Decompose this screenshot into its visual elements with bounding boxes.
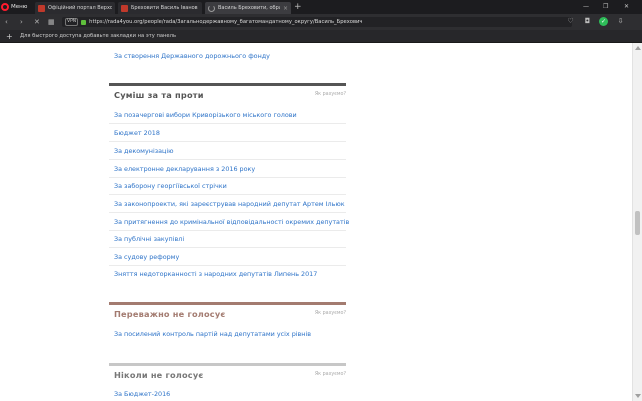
tab-favicon-icon bbox=[38, 4, 45, 12]
policy-row[interactable]: За судову реформу bbox=[109, 248, 346, 266]
how-we-count-link[interactable]: Як рахуємо? bbox=[315, 311, 346, 316]
web-page: За створення Державного дорожнього фонду… bbox=[0, 43, 632, 401]
policy-link[interactable]: За електронне декларування з 2016 року bbox=[114, 165, 255, 173]
policy-row[interactable]: За законопроекти, які зареєстрував народ… bbox=[109, 195, 346, 213]
section-title: Суміш за та проти bbox=[114, 89, 204, 100]
section-mixed-header: Суміш за та проти Як рахуємо? bbox=[109, 83, 346, 103]
policy-link[interactable]: За притягнення до кримінальної відповіда… bbox=[114, 218, 349, 226]
policy-link[interactable]: За позачергові вибори Криворізького місь… bbox=[114, 111, 297, 119]
policy-row[interactable]: Бюджет 2018 bbox=[109, 124, 346, 142]
bookmarks-bar: + Для быстрого доступа добавьте закладки… bbox=[0, 30, 642, 43]
scroll-down-icon[interactable] bbox=[635, 394, 641, 398]
policy-link[interactable]: За заборону георгіївської стрічки bbox=[114, 182, 227, 190]
forward-icon[interactable]: › bbox=[20, 17, 23, 27]
policy-row[interactable]: За заборону георгіївської стрічки bbox=[109, 177, 346, 195]
tab-title: Офіційний портал Верхо bbox=[48, 5, 112, 11]
browser-menu-label: Меню bbox=[11, 4, 28, 10]
policy-row[interactable]: Зняття недоторканності з народних депута… bbox=[109, 265, 346, 283]
browser-tab-bar: Меню Офіційний портал Верхо Бреховити Ва… bbox=[0, 0, 642, 14]
policy-link[interactable]: За декомунізацію bbox=[114, 147, 174, 155]
policy-row[interactable]: За публічні закупівлі bbox=[109, 230, 346, 248]
policy-row[interactable]: За електронне декларування з 2016 року bbox=[109, 160, 346, 178]
url-text[interactable]: https://rada4you.org/people/rada/Загальн… bbox=[89, 19, 362, 25]
section-mostly-not-header: Переважно не голосує Як рахуємо? bbox=[109, 302, 346, 322]
policy-row[interactable]: За Бюджет-2016 bbox=[109, 385, 346, 401]
policy-link[interactable]: Зняття недоторканності з народних депута… bbox=[114, 270, 317, 278]
lock-icon[interactable] bbox=[81, 19, 87, 25]
section-title: Переважно не голосує bbox=[114, 308, 226, 319]
camera-icon[interactable]: ◘ bbox=[583, 17, 592, 26]
policy-link[interactable]: Бюджет 2018 bbox=[114, 129, 160, 137]
bookmark-heart-icon[interactable]: ♡ bbox=[566, 17, 575, 26]
back-icon[interactable]: ‹ bbox=[5, 17, 8, 27]
policy-row[interactable]: За притягнення до кримінальної відповіда… bbox=[109, 213, 349, 231]
extension-check-icon[interactable]: ✓ bbox=[599, 17, 608, 26]
scroll-up-icon[interactable] bbox=[635, 46, 641, 50]
tab-favicon-icon bbox=[121, 4, 128, 12]
section-never-header: Ніколи не голосує Як рахуємо? bbox=[109, 363, 346, 383]
page-scrollbar[interactable] bbox=[632, 43, 642, 401]
minimize-icon[interactable]: — bbox=[583, 1, 589, 13]
policy-row[interactable]: За позачергові вибори Криворізького місь… bbox=[109, 106, 346, 124]
maximize-icon[interactable]: ❐ bbox=[603, 1, 608, 13]
browser-tab[interactable]: Офіційний портал Верхо bbox=[35, 2, 115, 14]
speed-dial-icon[interactable]: ▦ bbox=[48, 17, 55, 27]
address-bar: ‹ › ✕ ▦ VPN https://rada4you.org/people/… bbox=[0, 14, 642, 30]
close-window-icon[interactable]: ✕ bbox=[624, 1, 629, 13]
vpn-badge[interactable]: VPN bbox=[65, 18, 79, 26]
policy-link[interactable]: За створення Державного дорожнього фонду bbox=[114, 52, 270, 60]
policy-link[interactable]: За посилений контроль партій над депутат… bbox=[114, 330, 311, 338]
download-icon[interactable]: ⇩ bbox=[616, 17, 625, 26]
policy-row[interactable]: За посилений контроль партій над депутат… bbox=[109, 325, 346, 343]
new-tab-icon[interactable]: + bbox=[294, 1, 302, 13]
tab-loading-icon bbox=[208, 4, 215, 12]
add-bookmark-icon[interactable]: + bbox=[6, 30, 13, 43]
browser-tab[interactable]: Бреховити Василь Іванов bbox=[118, 2, 202, 14]
policy-row[interactable]: За декомунізацію bbox=[109, 142, 346, 160]
how-we-count-link[interactable]: Як рахуємо? bbox=[315, 92, 346, 97]
browser-tab-active[interactable]: Василь Бреховити, обра × bbox=[205, 2, 291, 14]
tab-close-icon[interactable]: × bbox=[283, 5, 288, 12]
browser-menu-button[interactable]: Меню bbox=[1, 1, 34, 13]
tab-title: Бреховити Василь Іванов bbox=[131, 5, 198, 11]
url-field[interactable]: VPN https://rada4you.org/people/rada/Заг… bbox=[62, 17, 572, 27]
tab-title: Василь Бреховити, обра bbox=[218, 5, 280, 11]
stop-icon[interactable]: ✕ bbox=[34, 17, 40, 27]
policy-link[interactable]: За законопроекти, які зареєстрував народ… bbox=[114, 200, 345, 208]
bookmarks-hint: Для быстрого доступа добавьте закладки н… bbox=[20, 33, 176, 39]
how-we-count-link[interactable]: Як рахуємо? bbox=[315, 372, 346, 377]
opera-logo-icon bbox=[1, 3, 9, 11]
scrollbar-thumb[interactable] bbox=[635, 211, 640, 235]
policy-link[interactable]: За Бюджет-2016 bbox=[114, 390, 170, 398]
section-title: Ніколи не голосує bbox=[114, 369, 204, 380]
policy-link[interactable]: За судову реформу bbox=[114, 253, 179, 261]
policy-link[interactable]: За публічні закупівлі bbox=[114, 235, 184, 243]
